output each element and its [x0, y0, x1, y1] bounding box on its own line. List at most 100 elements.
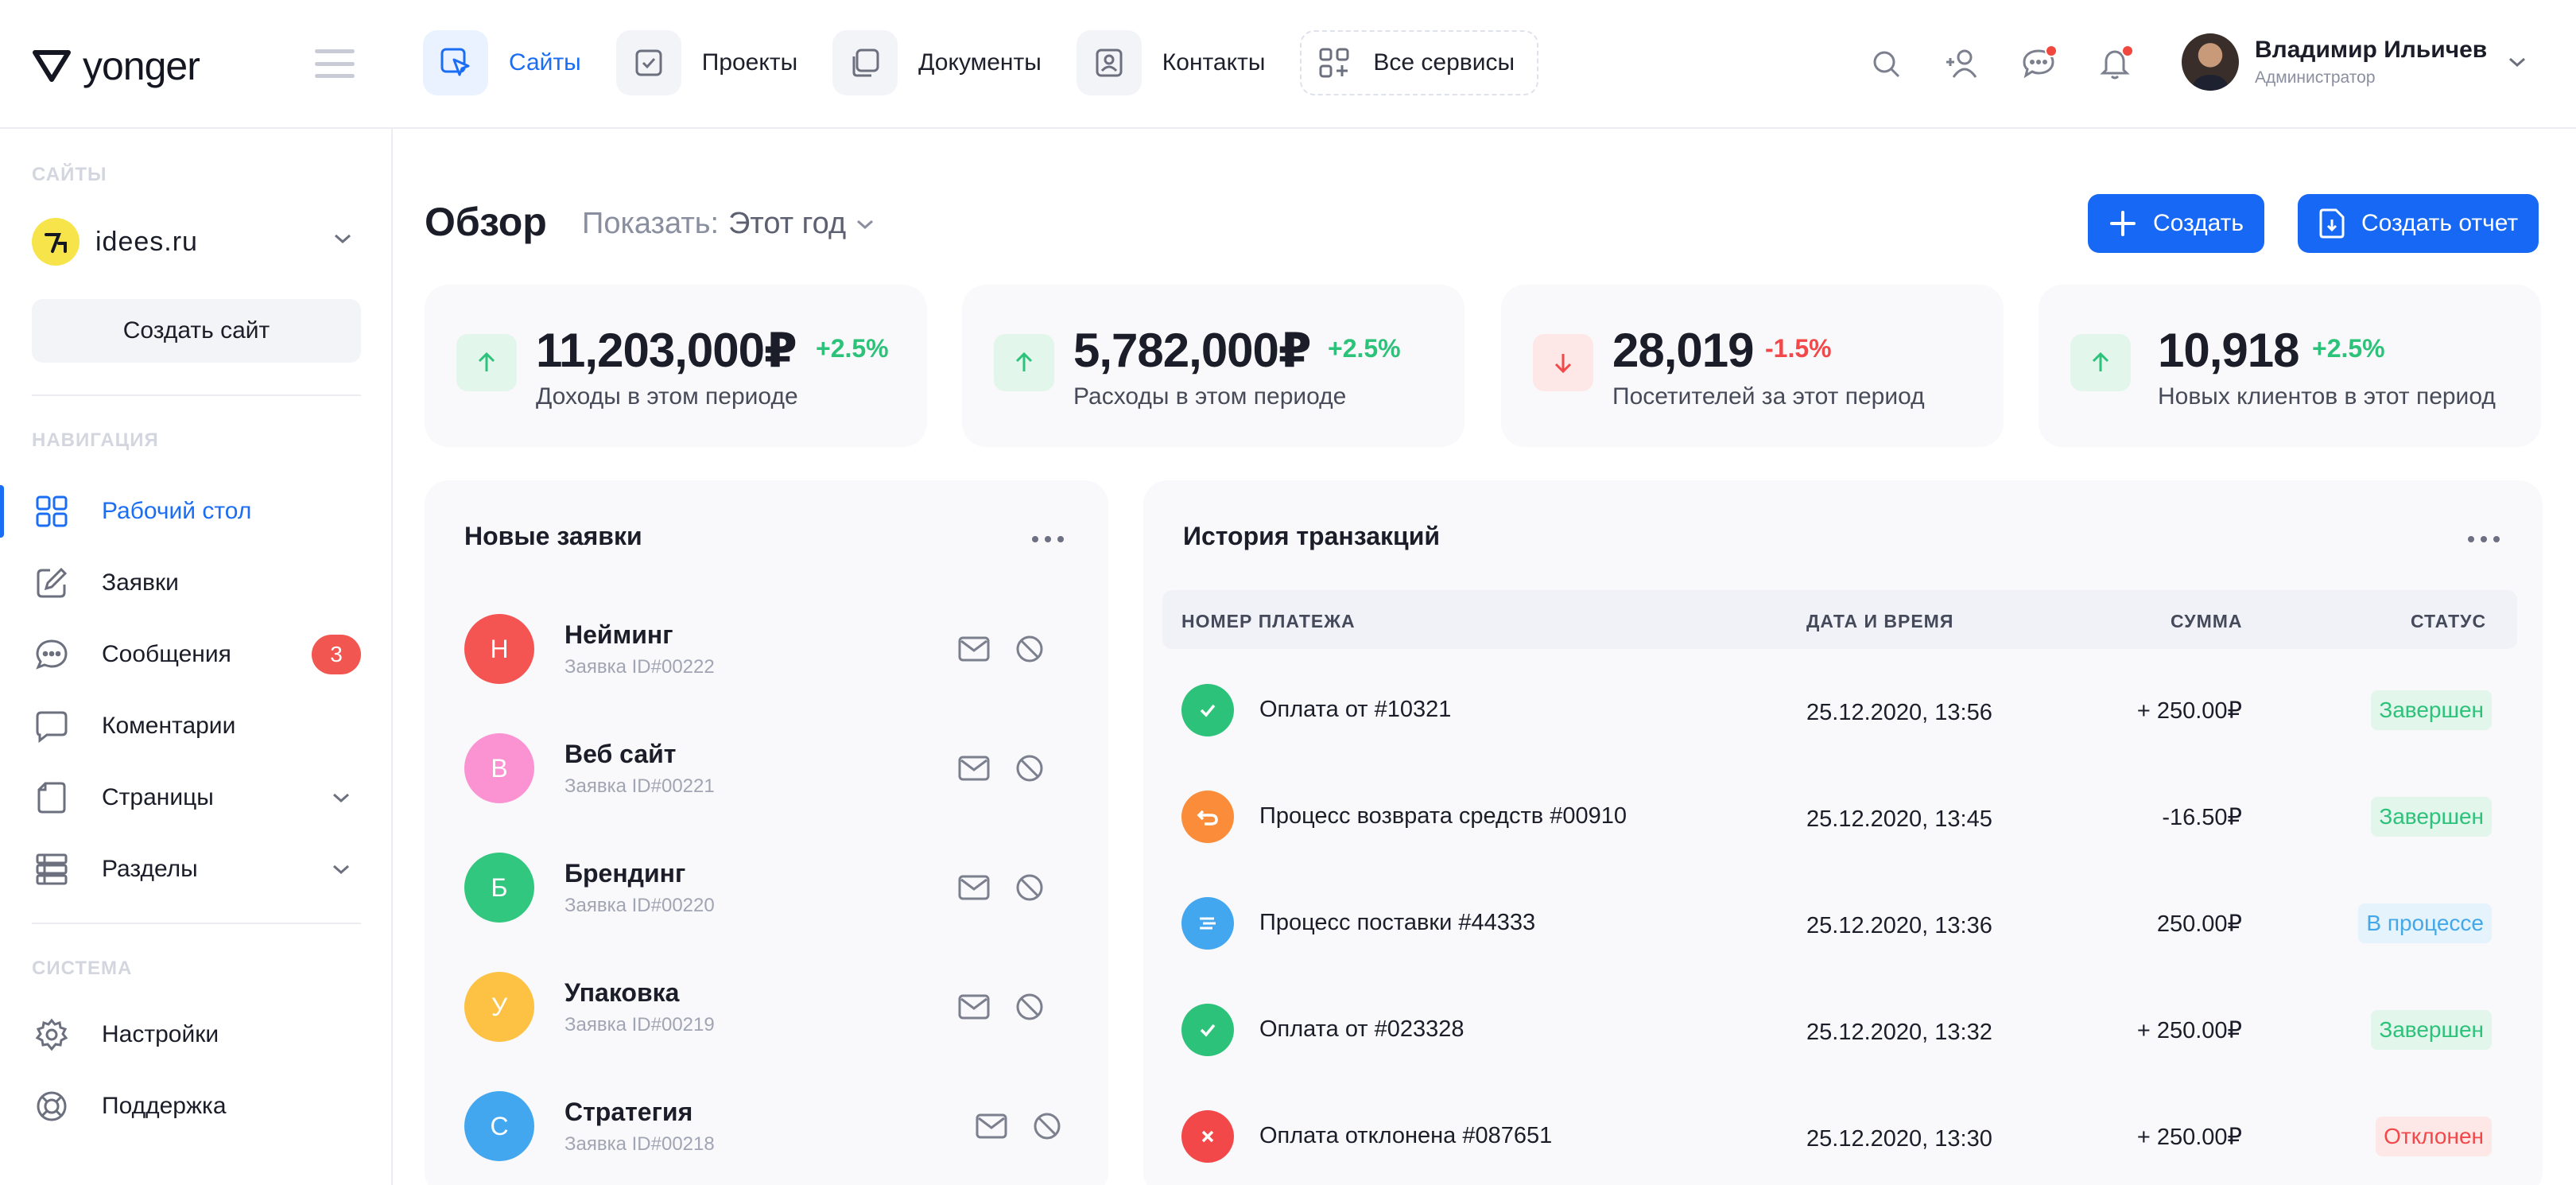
topnav-sites[interactable]: Сайты	[423, 30, 581, 95]
site-selector[interactable]: idees.ru	[32, 216, 361, 267]
period-filter[interactable]: Показать: Этот год	[582, 207, 875, 241]
chat-dots-icon	[33, 636, 70, 673]
create-report-button[interactable]: Создать отчет	[2298, 194, 2539, 253]
request-initial-badge: У	[464, 972, 534, 1042]
topnav-projects-label: Проекты	[701, 49, 798, 76]
sidebar-item-settings[interactable]: Настройки	[0, 1007, 391, 1063]
sidebar-item-pages[interactable]: Страницы	[0, 770, 391, 826]
request-id: Заявка ID#00221	[564, 775, 715, 797]
mail-icon[interactable]	[957, 874, 991, 901]
dashboard-icon	[33, 493, 70, 530]
transaction-date: 25.12.2020, 13:36	[1806, 913, 1992, 938]
period-filter-value: Этот год	[728, 207, 847, 240]
transaction-name: Оплата от #023328	[1259, 1016, 1465, 1042]
sidebar-item-support[interactable]: Поддержка	[0, 1078, 391, 1134]
menu-toggle-icon[interactable]	[315, 49, 355, 78]
table-header: НОМЕР ПЛАТЕЖА ДАТА И ВРЕМЯ СУММА СТАТУС	[1162, 590, 2517, 649]
list-item[interactable]: В Веб сайт Заявка ID#00221	[464, 728, 1069, 808]
page-icon	[33, 779, 70, 816]
chevron-down-icon	[333, 864, 349, 875]
request-actions	[957, 634, 1045, 664]
brand-name: yonger	[83, 44, 200, 88]
more-options-icon[interactable]	[2468, 536, 2500, 542]
arrow-up-icon	[994, 334, 1054, 391]
create-button[interactable]: Создать	[2088, 194, 2265, 253]
block-icon[interactable]	[1032, 1111, 1062, 1141]
request-id: Заявка ID#00218	[564, 1133, 715, 1155]
stat-value: 11,203,000₽	[536, 324, 797, 377]
grid-plus-icon	[1309, 30, 1359, 95]
topnav-all-services[interactable]: Все сервисы	[1300, 30, 1539, 95]
transaction-date: 25.12.2020, 13:32	[1806, 1020, 1992, 1045]
table-row[interactable]: Процесс возврата средств #00910 25.12.20…	[1162, 763, 2517, 870]
table-row[interactable]: Процесс поставки #44333 25.12.2020, 13:3…	[1162, 870, 2517, 977]
table-row[interactable]: Оплата от #10321 25.12.2020, 13:56 + 250…	[1162, 657, 2517, 763]
search-icon[interactable]	[1865, 43, 1907, 84]
user-menu[interactable]: Владимир Ильичев Администратор	[2182, 33, 2527, 91]
more-options-icon[interactable]	[1032, 536, 1064, 542]
request-title: Упаковка	[564, 977, 680, 1007]
brand-logo[interactable]: yonger	[32, 43, 200, 89]
top-navigation: Сайты Проекты Документы Контакты Все сер…	[423, 30, 1539, 95]
messages-count-badge: 3	[312, 635, 361, 674]
list-item[interactable]: С Стратегия Заявка ID#00218	[464, 1086, 1069, 1166]
sidebar-item-dashboard[interactable]: Рабочий стол	[0, 484, 391, 539]
mail-icon[interactable]	[957, 635, 991, 662]
gear-icon	[33, 1016, 70, 1053]
stat-change: +2.5%	[1328, 334, 1401, 363]
list-item[interactable]: У Упаковка Заявка ID#00219	[464, 967, 1069, 1047]
stat-card-visitors: 28,019 -1.5% Посетителей за этот период	[1501, 285, 2004, 447]
sidebar-item-messages[interactable]: Сообщения 3	[0, 627, 391, 682]
avatar	[2182, 33, 2239, 91]
add-user-icon[interactable]	[1942, 43, 1983, 84]
block-icon[interactable]	[1014, 753, 1045, 783]
list-item[interactable]: Н Нейминг Заявка ID#00222	[464, 609, 1069, 689]
request-id: Заявка ID#00220	[564, 894, 715, 916]
request-title: Веб сайт	[564, 739, 677, 768]
transaction-date: 25.12.2020, 13:30	[1806, 1126, 1992, 1152]
request-initial-badge: Н	[464, 614, 534, 684]
user-info: Владимир Ильичев Администратор	[2255, 37, 2487, 87]
block-icon[interactable]	[1014, 634, 1045, 664]
mail-icon[interactable]	[957, 993, 991, 1020]
chevron-down-icon	[2509, 57, 2526, 68]
arrow-up-icon	[456, 334, 517, 391]
create-site-button[interactable]: Создать сайт	[32, 299, 361, 363]
request-actions	[957, 872, 1045, 903]
stat-change: +2.5%	[2312, 334, 2385, 363]
mail-icon[interactable]	[975, 1113, 1008, 1140]
table-row[interactable]: Оплата отклонена #087651 25.12.2020, 13:…	[1162, 1083, 2517, 1185]
topnav-projects[interactable]: Проекты	[615, 30, 798, 95]
column-header-sum: СУММА	[2171, 611, 2243, 631]
mail-icon[interactable]	[957, 755, 991, 782]
bell-icon[interactable]	[2094, 43, 2136, 84]
request-actions	[975, 1111, 1062, 1141]
list-item[interactable]: Б Брендинг Заявка ID#00220	[464, 848, 1069, 927]
chat-icon[interactable]	[2018, 43, 2059, 84]
request-actions	[957, 753, 1045, 783]
transaction-name: Процесс поставки #44333	[1259, 910, 1536, 935]
stat-value: 28,019	[1612, 324, 1755, 377]
topnav-documents[interactable]: Документы	[832, 30, 1042, 95]
stat-change: +2.5%	[816, 334, 889, 363]
notification-indicator	[2121, 45, 2134, 57]
sidebar-item-comments[interactable]: Коментарии	[0, 698, 391, 754]
sections-icon	[33, 851, 70, 888]
topnav-contacts-label: Контакты	[1162, 49, 1266, 76]
table-row[interactable]: Оплата от #023328 25.12.2020, 13:32 + 25…	[1162, 977, 2517, 1083]
sidebar-item-requests[interactable]: Заявки	[0, 555, 391, 611]
column-header-date: ДАТА И ВРЕМЯ	[1806, 611, 1954, 631]
sidebar-item-label: Рабочий стол	[102, 498, 252, 524]
stat-label: Посетителей за этот период	[1612, 383, 1925, 410]
transaction-name: Оплата от #10321	[1259, 697, 1452, 722]
block-icon[interactable]	[1014, 872, 1045, 903]
request-actions	[957, 992, 1045, 1022]
top-actions	[1865, 43, 2136, 84]
topnav-contacts[interactable]: Контакты	[1076, 30, 1266, 95]
period-filter-label: Показать:	[582, 207, 720, 240]
request-title: Нейминг	[564, 620, 673, 649]
column-header-number: НОМЕР ПЛАТЕЖА	[1181, 611, 1356, 631]
request-initial-badge: В	[464, 733, 534, 803]
block-icon[interactable]	[1014, 992, 1045, 1022]
sidebar-item-sections[interactable]: Разделы	[0, 841, 391, 897]
